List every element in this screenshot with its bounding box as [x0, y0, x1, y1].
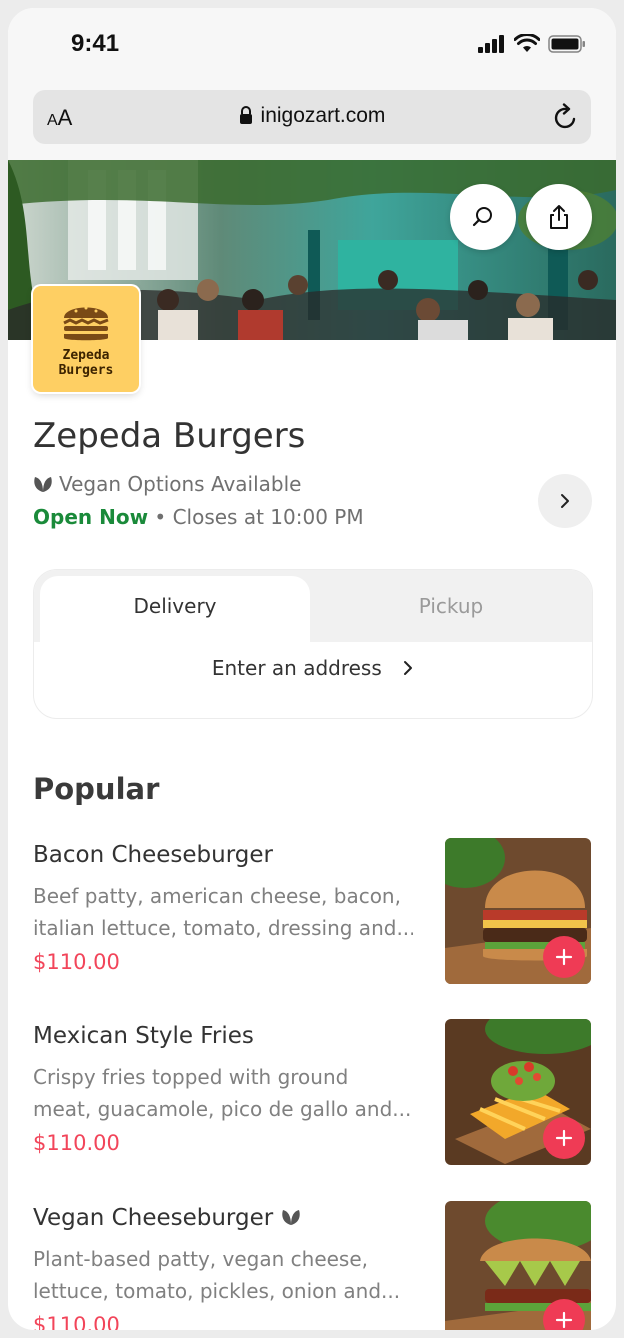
- plus-icon: [555, 1129, 573, 1147]
- leaf-icon: [281, 1210, 300, 1225]
- plus-icon: [555, 1311, 573, 1329]
- menu-item-price: $110.00: [33, 950, 120, 974]
- vegan-tag: Vegan Options Available: [33, 472, 301, 496]
- tab-pickup[interactable]: Pickup: [316, 576, 586, 642]
- url-domain: inigozart.com: [260, 104, 386, 127]
- share-button[interactable]: [526, 184, 592, 250]
- add-to-cart-button[interactable]: [543, 1117, 585, 1159]
- signal-icon: [478, 34, 504, 53]
- menu-item-description-line: italian lettuce, tomato, dressing and...: [33, 916, 413, 940]
- chevron-right-icon: [404, 661, 413, 675]
- vegan-tag-text: Vegan Options Available: [59, 472, 302, 496]
- share-icon: [550, 205, 568, 229]
- menu-item-description: Plant-based patty, vegan cheese, lettuce…: [33, 1243, 413, 1307]
- order-mode-tabs: Delivery Pickup: [34, 570, 592, 642]
- menu-item[interactable]: Bacon Cheeseburger Beef patty, american …: [33, 838, 591, 984]
- restaurant-name: Zepeda Burgers: [33, 416, 306, 456]
- closing-time: Closes at 10:00 PM: [172, 505, 364, 529]
- lock-icon: [239, 106, 252, 124]
- menu-item[interactable]: Mexican Style Fries Crispy fries topped …: [33, 1019, 591, 1165]
- reload-icon[interactable]: [553, 103, 579, 131]
- address-prompt: Enter an address: [211, 656, 382, 680]
- burger-icon: [63, 306, 109, 341]
- menu-item-price: $110.00: [33, 1313, 120, 1330]
- menu-item-name: Vegan Cheeseburger: [33, 1205, 274, 1231]
- menu-item[interactable]: Vegan Cheeseburger Plant-based patty, ve…: [33, 1201, 591, 1330]
- address-bar[interactable]: AA inigozart.com: [33, 90, 591, 144]
- phone-frame: 9:41 AA inigozart.com Zepeda Burgers Zep…: [0, 0, 624, 1338]
- hours-separator: •: [154, 505, 167, 529]
- menu-item-name-row: Vegan Cheeseburger: [33, 1205, 301, 1231]
- menu-item-name: Mexican Style Fries: [33, 1023, 254, 1049]
- menu-item-description-line: Plant-based patty, vegan cheese,: [33, 1247, 369, 1271]
- screen: 9:41 AA inigozart.com Zepeda Burgers Zep…: [8, 8, 616, 1330]
- url-text: inigozart.com: [33, 104, 591, 128]
- menu-item-description-line: Crispy fries topped with ground: [33, 1065, 349, 1089]
- menu-item-description: Crispy fries topped with ground meat, gu…: [33, 1061, 413, 1125]
- tab-delivery[interactable]: Delivery: [40, 576, 310, 642]
- leaf-icon: [34, 477, 52, 492]
- logo-text: Zepeda Burgers: [58, 348, 114, 378]
- browser-chrome: 9:41 AA inigozart.com: [8, 8, 616, 160]
- status-time: 9:41: [71, 30, 120, 57]
- chevron-right-icon: [561, 494, 569, 508]
- menu-item-description-line: meat, guacamole, pico de gallo and...: [33, 1097, 412, 1121]
- status-icons: [478, 34, 586, 53]
- menu-item-price: $110.00: [33, 1131, 120, 1155]
- search-button[interactable]: [450, 184, 516, 250]
- section-title: Popular: [33, 772, 160, 806]
- menu-item-description-line: lettuce, tomato, pickles, onion and...: [33, 1279, 401, 1303]
- wifi-icon: [514, 34, 540, 52]
- menu-item-image: [445, 838, 591, 984]
- restaurant-logo: Zepeda Burgers: [33, 286, 139, 392]
- menu-item-name: Bacon Cheeseburger: [33, 842, 273, 868]
- menu-item-image: [445, 1201, 591, 1330]
- plus-icon: [555, 948, 573, 966]
- enter-address-button[interactable]: Enter an address: [34, 656, 592, 680]
- order-mode-card: Delivery Pickup Enter an address: [33, 569, 593, 719]
- search-icon: [472, 207, 492, 227]
- menu-item-image: [445, 1019, 591, 1165]
- open-status: Open Now: [33, 505, 149, 529]
- restaurant-info-button[interactable]: [538, 474, 592, 528]
- opening-hours: Open Now • Closes at 10:00 PM: [33, 505, 364, 529]
- menu-item-description-line: Beef patty, american cheese, bacon,: [33, 884, 401, 908]
- battery-icon: [548, 34, 585, 53]
- add-to-cart-button[interactable]: [543, 936, 585, 978]
- menu-item-description: Beef patty, american cheese, bacon, ital…: [33, 880, 413, 944]
